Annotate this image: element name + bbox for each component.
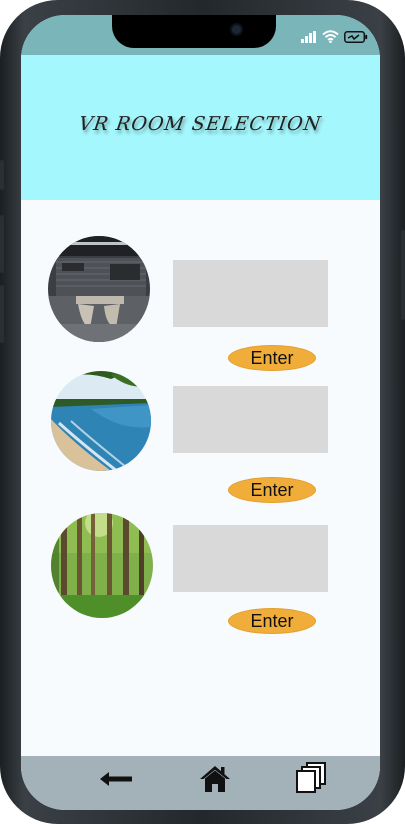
page-title: VR ROOM SELECTION [77, 112, 324, 135]
room-image-beach[interactable] [51, 371, 151, 471]
notch [112, 15, 276, 48]
phone-screen: VR ROOM SELECTION Enter Enter Enter [21, 15, 380, 810]
enter-button-forest[interactable]: Enter [228, 608, 316, 634]
back-arrow-icon[interactable] [98, 764, 134, 794]
room-image-forest[interactable] [51, 513, 153, 618]
enter-button-beach[interactable]: Enter [228, 477, 316, 503]
room-description-beach [173, 386, 328, 453]
enter-button-office[interactable]: Enter [228, 345, 316, 371]
power-button [401, 230, 405, 320]
status-icons [301, 29, 368, 45]
bottom-nav-bar [21, 756, 380, 810]
battery-icon [344, 28, 368, 47]
front-camera [230, 23, 243, 36]
cellular-signal-icon [301, 28, 317, 47]
room-description-forest [173, 525, 328, 592]
home-icon[interactable] [197, 764, 233, 794]
room-image-office[interactable] [48, 236, 150, 342]
wifi-icon [322, 28, 339, 47]
room-description-office [173, 260, 328, 327]
copy-pages-icon[interactable] [295, 762, 329, 794]
header-banner: VR ROOM SELECTION [21, 55, 380, 200]
volume-up-button [0, 215, 4, 273]
volume-down-button [0, 285, 4, 343]
mute-switch [0, 160, 4, 190]
